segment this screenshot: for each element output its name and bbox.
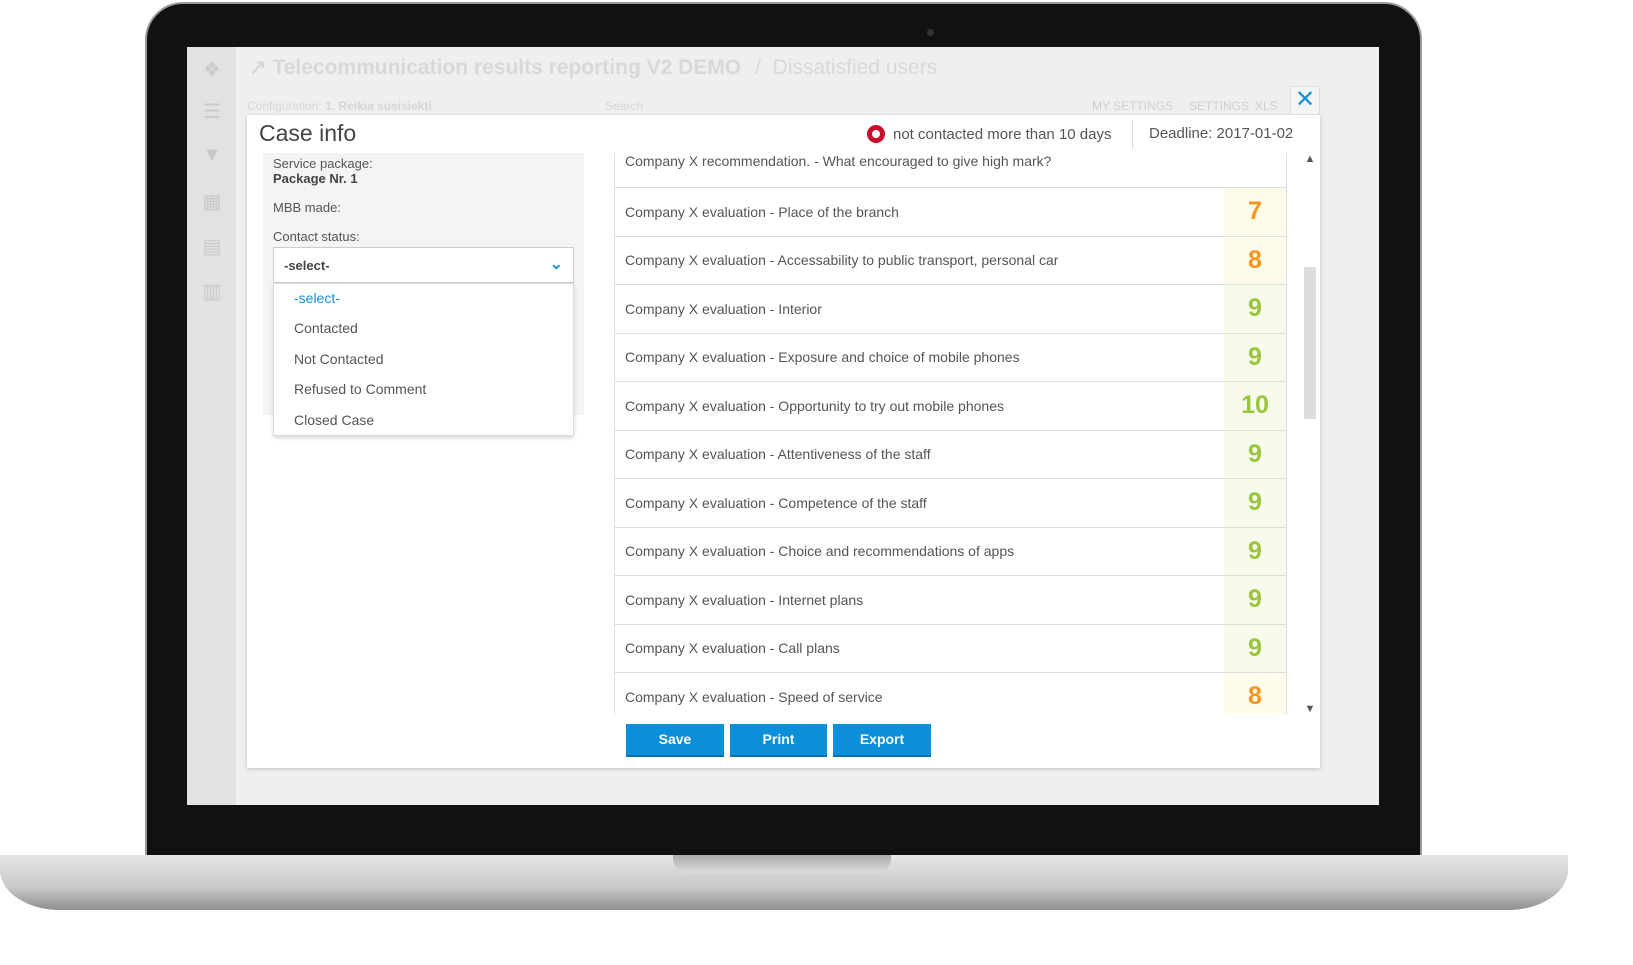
search-input[interactable]: Search: [605, 99, 643, 113]
option-refused[interactable]: Refused to Comment: [274, 381, 573, 411]
logo-icon: ❖: [203, 59, 221, 81]
list-item: Company X evaluation - Exposure and choi…: [615, 333, 1286, 382]
save-button[interactable]: Save: [626, 724, 724, 757]
question-text: Company X evaluation - Call plans: [625, 640, 840, 657]
print-button[interactable]: Print: [730, 724, 827, 757]
list-item: Company X evaluation - Speed of service 8: [615, 673, 1286, 715]
status-badge: not contacted more than 10 days: [867, 125, 1111, 143]
score-value: 9: [1224, 285, 1286, 333]
sidebar: ❖ ☰ ▼ ▦ ▤ ▥: [187, 47, 236, 805]
camera: [927, 29, 934, 36]
list-item: Company X evaluation - Opportunity to tr…: [615, 382, 1286, 431]
option-closed-case[interactable]: Closed Case: [274, 412, 573, 442]
mbb-label: MBB made:: [273, 200, 341, 215]
breadcrumb-page: / Dissatisfied users: [755, 56, 938, 79]
list-item: Company X evaluation - Interior 9: [615, 285, 1286, 334]
calendar-icon[interactable]: ▦: [201, 189, 223, 213]
score-value: 10: [1224, 382, 1286, 430]
configuration[interactable]: Configuration: 1. Reikia susisiekti Sear…: [247, 99, 643, 113]
question-text: Company X evaluation - Exposure and choi…: [625, 349, 1020, 366]
report-title[interactable]: Telecommunication results reporting V2 D…: [272, 56, 741, 79]
question-text: Company X evaluation - Interior: [625, 300, 822, 317]
question-text: Company X evaluation - Competence of the…: [625, 494, 927, 511]
trend-icon: ↗: [249, 56, 273, 79]
clipboard-icon[interactable]: ▤: [201, 234, 223, 258]
score-value: 9: [1224, 576, 1286, 624]
question-text: Company X evaluation - Internet plans: [625, 591, 864, 608]
list-item: Company X evaluation - Attentiveness of …: [615, 430, 1286, 479]
export-button[interactable]: Export: [833, 724, 931, 757]
deadline: Deadline: 2017-01-02: [1149, 125, 1294, 142]
scroll-down-icon[interactable]: ▼: [1302, 703, 1318, 715]
score-value: 8: [1224, 673, 1286, 715]
status-dot-icon: [867, 125, 885, 143]
laptop-notch: [673, 855, 891, 873]
case-info-modal: Case info not contacted more than 10 day…: [247, 115, 1320, 768]
list-item-first: Company X recommendation. - What encoura…: [615, 153, 1286, 188]
chevron-down-icon: ⌄: [549, 256, 563, 273]
score-value: 9: [1224, 527, 1286, 575]
question-text: Company X evaluation - Opportunity to tr…: [625, 397, 1004, 414]
page-header: ↗ Telecommunication results reporting V2…: [249, 55, 937, 80]
option-select[interactable]: -select-: [274, 290, 573, 320]
close-icon[interactable]: ✕: [1290, 86, 1320, 115]
score-value: 9: [1224, 479, 1286, 527]
list-item: Company X evaluation - Internet plans 9: [615, 576, 1286, 625]
question-text: Company X evaluation - Speed of service: [625, 688, 883, 705]
list-item: Company X evaluation - Call plans 9: [615, 624, 1286, 673]
scroll-thumb[interactable]: [1304, 267, 1316, 419]
contact-status-label: Contact status:: [273, 229, 360, 244]
question-text: Company X evaluation - Accessability to …: [625, 252, 1059, 269]
question-text: Company X evaluation - Place of the bran…: [625, 203, 899, 220]
my-settings-link[interactable]: MY SETTINGS: [1092, 99, 1173, 113]
score-value: 9: [1224, 430, 1286, 478]
scroll-up-icon[interactable]: ▲: [1302, 153, 1318, 165]
scrollbar[interactable]: ▲ ▼: [1302, 153, 1318, 715]
score-value: 7: [1224, 188, 1286, 236]
divider: [1132, 121, 1133, 149]
score-value: 9: [1224, 624, 1286, 672]
option-not-contacted[interactable]: Not Contacted: [274, 351, 573, 381]
contact-status-options: -select- Contacted Not Contacted Refused…: [273, 283, 574, 436]
score-value: 9: [1224, 333, 1286, 381]
xls-link[interactable]: XLS: [1255, 99, 1278, 113]
chart-icon[interactable]: ▥: [201, 279, 223, 303]
modal-title: Case info: [259, 120, 357, 146]
question-text: Company X evaluation - Attentiveness of …: [625, 446, 931, 463]
question-text: Company X evaluation - Choice and recomm…: [625, 543, 1015, 560]
list-item: Company X evaluation - Competence of the…: [615, 479, 1286, 528]
contact-status-select[interactable]: -select- ⌄: [273, 247, 574, 283]
list-item: Company X evaluation - Place of the bran…: [615, 188, 1286, 237]
service-package-value: Package Nr. 1: [273, 171, 358, 186]
list-item: Company X evaluation - Choice and recomm…: [615, 527, 1286, 576]
option-contacted[interactable]: Contacted: [274, 320, 573, 350]
score-value: 8: [1224, 236, 1286, 284]
filter-icon[interactable]: ▼: [201, 144, 223, 166]
settings-link[interactable]: SETTINGS: [1189, 99, 1249, 113]
list-item: Company X evaluation - Accessability to …: [615, 236, 1286, 285]
evaluation-list: Company X recommendation. - What encoura…: [614, 153, 1287, 715]
service-package-label: Service package:: [273, 156, 373, 171]
menu-icon[interactable]: ☰: [201, 99, 223, 123]
